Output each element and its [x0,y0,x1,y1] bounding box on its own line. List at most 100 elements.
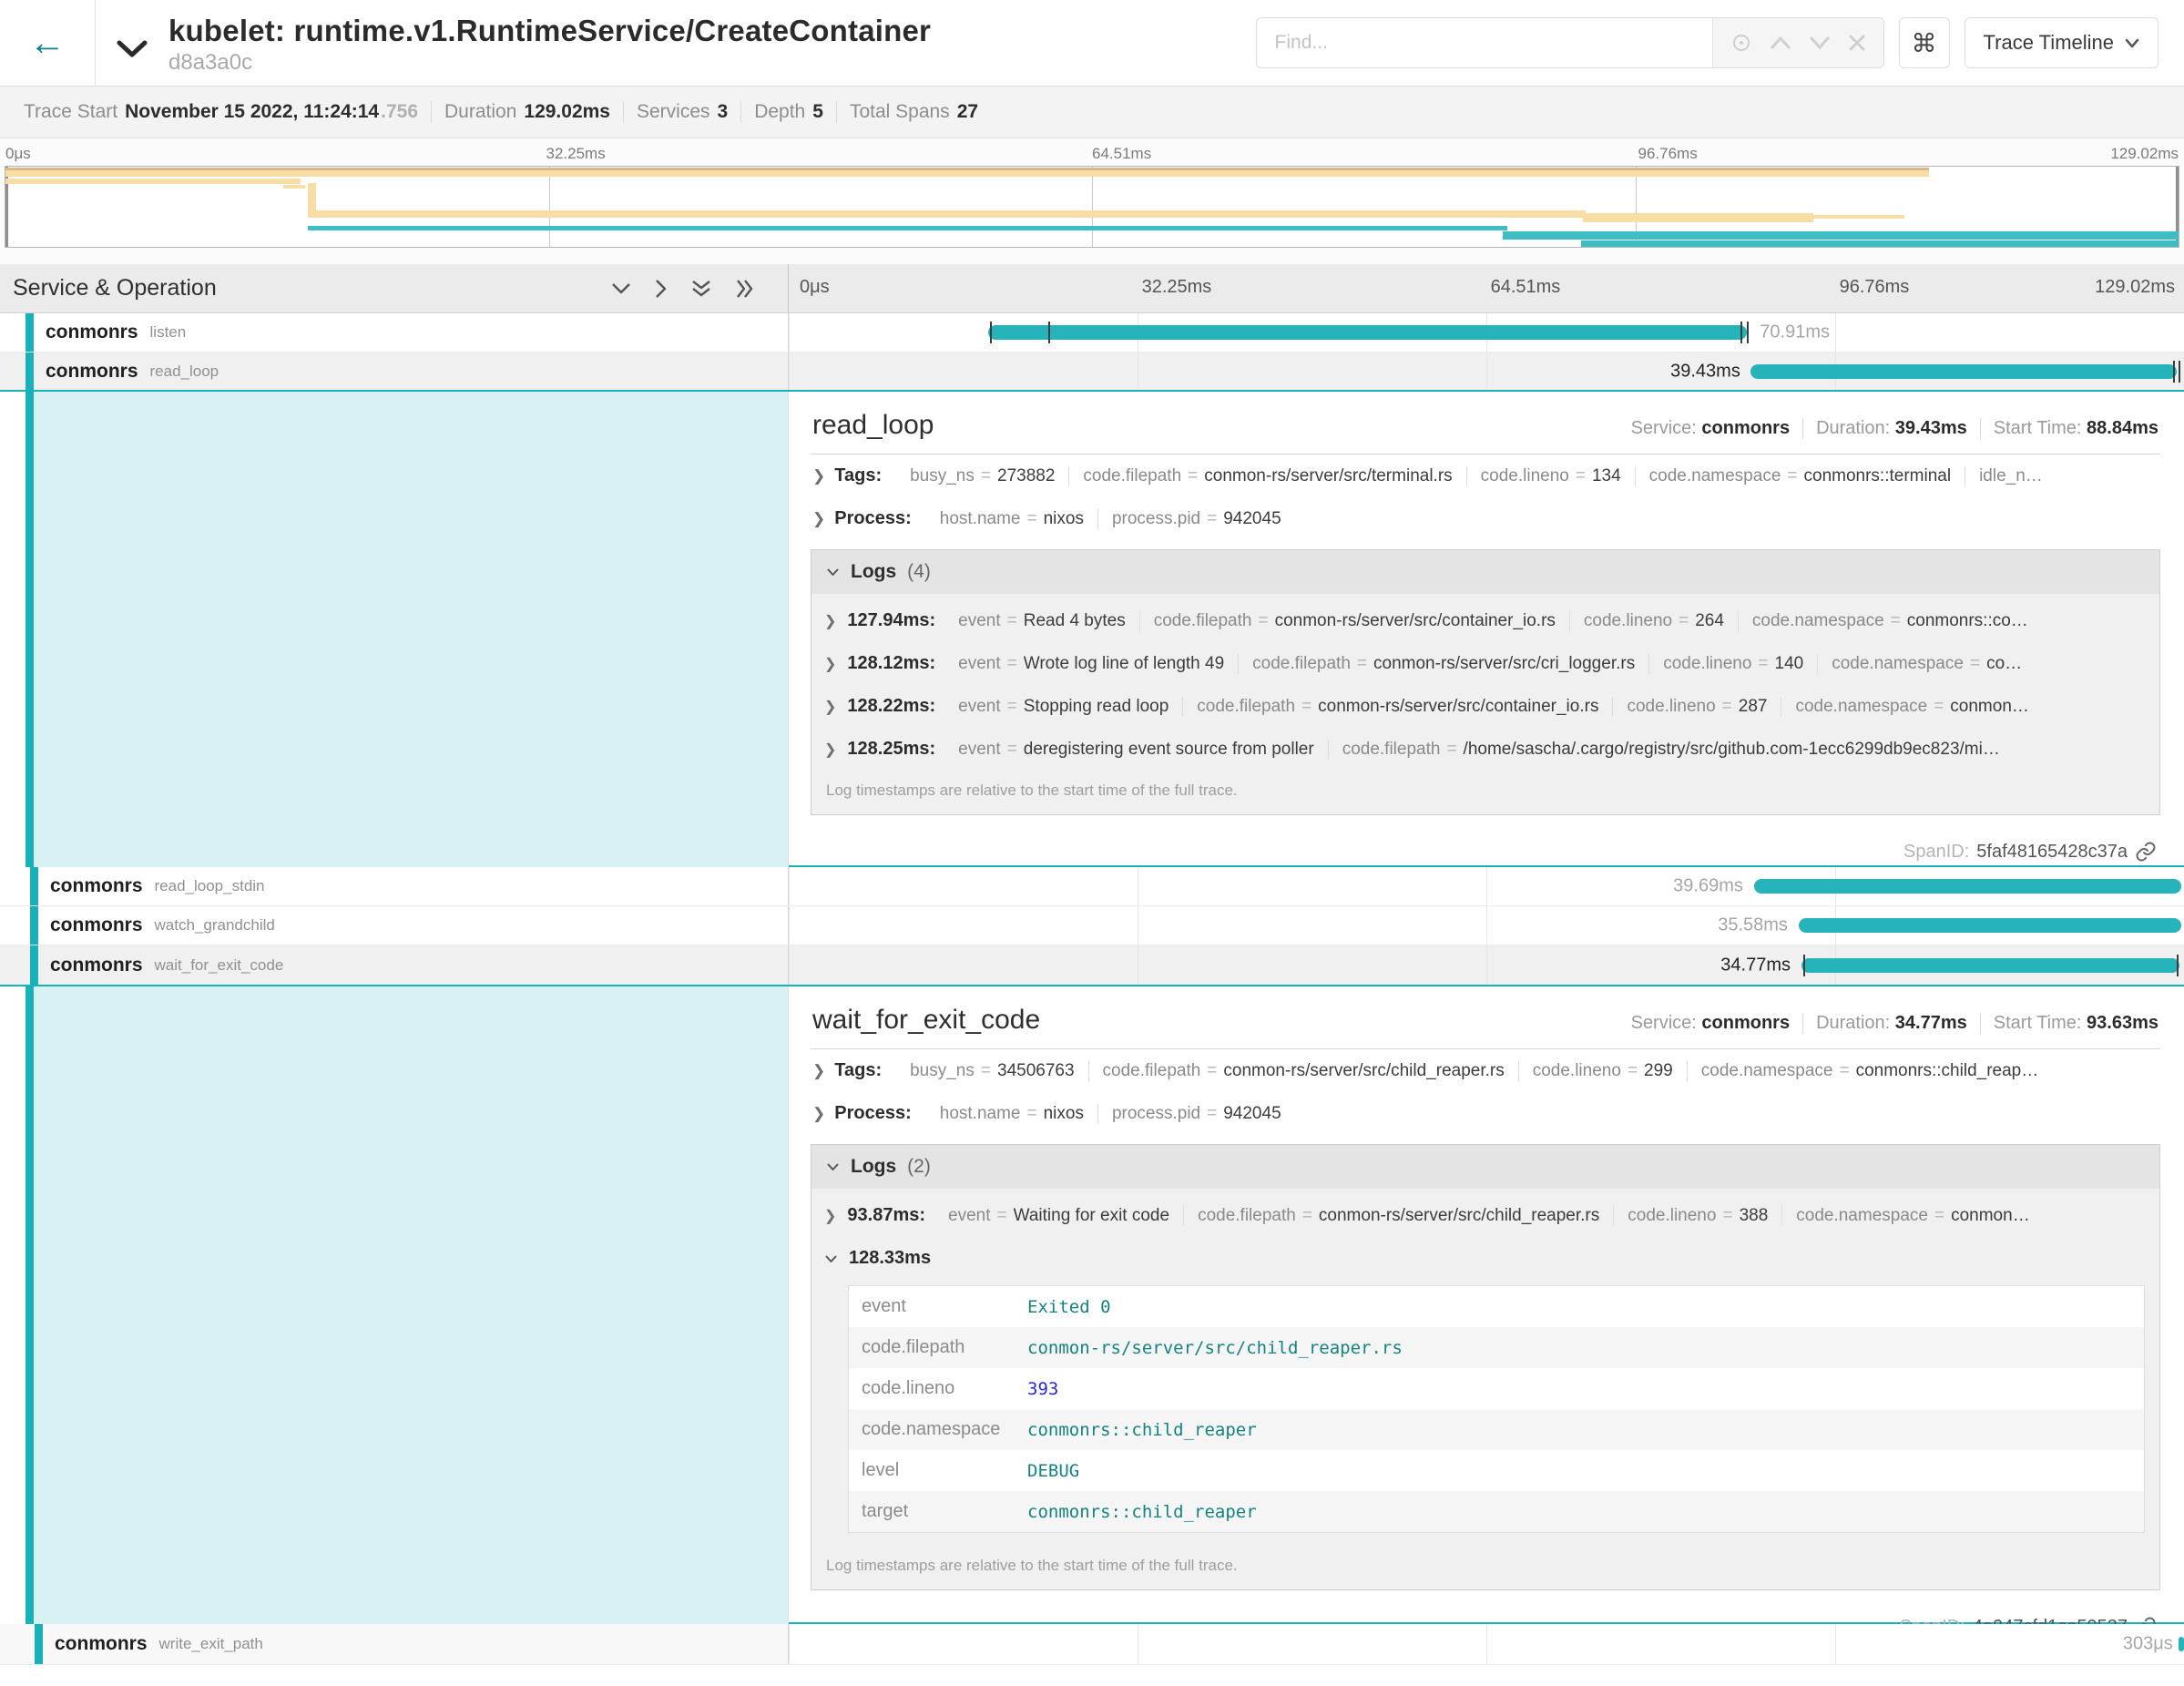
prev-match-icon[interactable] [1770,36,1791,50]
back-arrow-icon: ← [29,25,66,61]
service-accent [30,945,38,985]
chevron-right-icon: ❯ [812,510,825,528]
table-row: code.namespace conmonrs::child_reaper [849,1409,2144,1450]
logs-body: ❯ 93.87ms: event=Waiting for exit code c… [811,1189,2159,1589]
span-row-listen[interactable]: conmonrs listen 70.91ms [0,313,2184,353]
tags-row[interactable]: ❯ Tags: busy_ns=34506763 code.filepath=c… [811,1049,2160,1092]
minimap-tick-labels: 0μs 32.25ms 64.51ms 96.76ms 129.02ms [0,142,2184,166]
span-operation: listen [150,323,187,342]
expand-all-icon[interactable] [735,279,755,299]
log-row[interactable]: ❯ 93.87ms: event=Waiting for exit code c… [811,1194,2159,1237]
log-row[interactable]: ❯ 128.12ms: event=Wrote log line of leng… [811,642,2159,685]
minimap-canvas[interactable] [5,166,2179,248]
span-duration: 35.58ms [1718,915,1788,936]
view-selector-label: Trace Timeline [1984,31,2114,55]
log-row[interactable]: ❯ 127.94ms: event=Read 4 bytes code.file… [811,599,2159,642]
log-tick [2179,361,2180,383]
log-tick [1747,322,1749,343]
span-detail-read-loop: read_loop Service: conmonrs Duration: 39… [0,392,2184,867]
command-icon: ⌘ [1912,28,1937,58]
tags-row[interactable]: ❯ Tags: busy_ns=273882 code.filepath=con… [811,455,2160,497]
span-service: conmonrs [46,361,138,383]
service-operation-header: Service & Operation [0,264,789,312]
log-tick [1740,322,1742,343]
minimap-span-bar [1811,215,1905,219]
logs-footnote: Log timestamps are relative to the start… [811,1546,2159,1584]
detail-body: wait_for_exit_code Service: conmonrs Dur… [789,986,2184,1624]
trace-id: d8a3a0c [168,50,931,76]
span-row-write-exit-path[interactable]: conmonrs write_exit_path 303μs [0,1624,2184,1665]
minimap-span-bar [1503,231,2179,240]
minimap-span-bar [283,185,305,189]
minimap-span-bar [308,226,1507,230]
collapse-all-icon[interactable] [611,282,631,295]
span-bar[interactable] [1750,364,2178,379]
copy-link-icon[interactable] [2135,841,2157,863]
collapse-trace-button[interactable] [96,27,168,58]
chevron-down-icon [826,1162,840,1171]
trace-total-spans: Total Spans27 [836,101,991,123]
detail-gutter [0,392,789,867]
span-bar[interactable] [1801,958,2179,973]
clear-find-icon[interactable] [1848,34,1866,52]
trace-services: Services3 [623,101,740,123]
minimap-gridline [1092,167,1093,247]
span-row-read-loop[interactable]: conmonrs read_loop 39.43ms [0,353,2184,392]
span-row-read-loop-stdin[interactable]: conmonrs read_loop_stdin 39.69ms [0,867,2184,906]
span-operation: read_loop [150,363,219,381]
find-input[interactable] [1257,18,1712,67]
title-block: kubelet: runtime.v1.RuntimeService/Creat… [168,10,931,76]
span-row-watch-grandchild[interactable]: conmonrs watch_grandchild 35.58ms [0,906,2184,945]
keyboard-shortcuts-button[interactable]: ⌘ [1899,17,1950,68]
table-row: target conmonrs::child_reaper [849,1491,2144,1532]
span-detail-wait-for-exit-code: wait_for_exit_code Service: conmonrs Dur… [0,986,2184,1624]
back-button[interactable]: ← [0,0,96,87]
span-bar[interactable] [2179,1637,2184,1651]
span-duration: 303μs [2123,1634,2173,1655]
span-bar[interactable] [1754,879,2181,894]
target-icon[interactable] [1730,32,1752,54]
expand-one-icon[interactable] [655,279,668,299]
span-row-wait-for-exit-code[interactable]: conmonrs wait_for_exit_code 34.77ms [0,945,2184,986]
chevron-down-icon [2125,38,2139,48]
chevron-down-icon [117,40,148,58]
span-duration: 39.43ms [1670,361,1740,382]
expand-collapse-controls [611,279,775,299]
view-selector[interactable]: Trace Timeline [1965,17,2158,68]
span-bar[interactable] [988,325,1747,340]
chevron-right-icon: ❯ [812,1062,825,1080]
trace-start: Trace Start November 15 2022, 11:24:14.7… [11,101,431,123]
log-row[interactable]: ❯ 128.25ms: event=deregistering event so… [811,728,2159,771]
span-service: conmonrs [50,915,143,936]
process-row[interactable]: ❯ Process: host.name=nixos process.pid=9… [811,497,2160,540]
table-row: event Exited 0 [849,1286,2144,1327]
span-service: conmonrs [50,955,143,976]
span-operation: read_loop_stdin [155,877,265,895]
log-row-expanded[interactable]: 128.33ms [811,1237,2159,1280]
trace-duration: Duration129.02ms [431,101,623,123]
service-accent [26,313,34,352]
span-duration: 34.77ms [1720,955,1791,976]
service-accent [26,392,34,867]
logs-body: ❯ 127.94ms: event=Read 4 bytes code.file… [811,594,2159,814]
top-bar: ← kubelet: runtime.v1.RuntimeService/Cre… [0,0,2184,87]
logs-header[interactable]: Logs (4) [811,550,2159,594]
span-duration: 39.69ms [1673,876,1743,897]
log-row[interactable]: ❯ 128.22ms: event=Stopping read loop cod… [811,685,2159,728]
table-row: level DEBUG [849,1450,2144,1491]
log-tick [1048,322,1050,343]
chevron-right-icon: ❯ [824,698,836,716]
detail-title: wait_for_exit_code [812,1005,1040,1036]
process-row[interactable]: ❯ Process: host.name=nixos process.pid=9… [811,1092,2160,1135]
span-bar[interactable] [1799,918,2181,933]
chevron-down-icon [824,1254,838,1263]
logs-header[interactable]: Logs (2) [811,1145,2159,1189]
collapse-deep-icon[interactable] [691,279,711,299]
next-match-icon[interactable] [1809,36,1831,50]
span-duration: 70.91ms [1760,322,1830,343]
service-accent [26,986,34,1624]
detail-gutter [0,986,789,1624]
span-operation: write_exit_path [159,1635,263,1653]
minimap-span-bar [1581,240,2179,247]
log-fields-table: event Exited 0 code.filepath conmon-rs/s… [848,1285,2145,1533]
